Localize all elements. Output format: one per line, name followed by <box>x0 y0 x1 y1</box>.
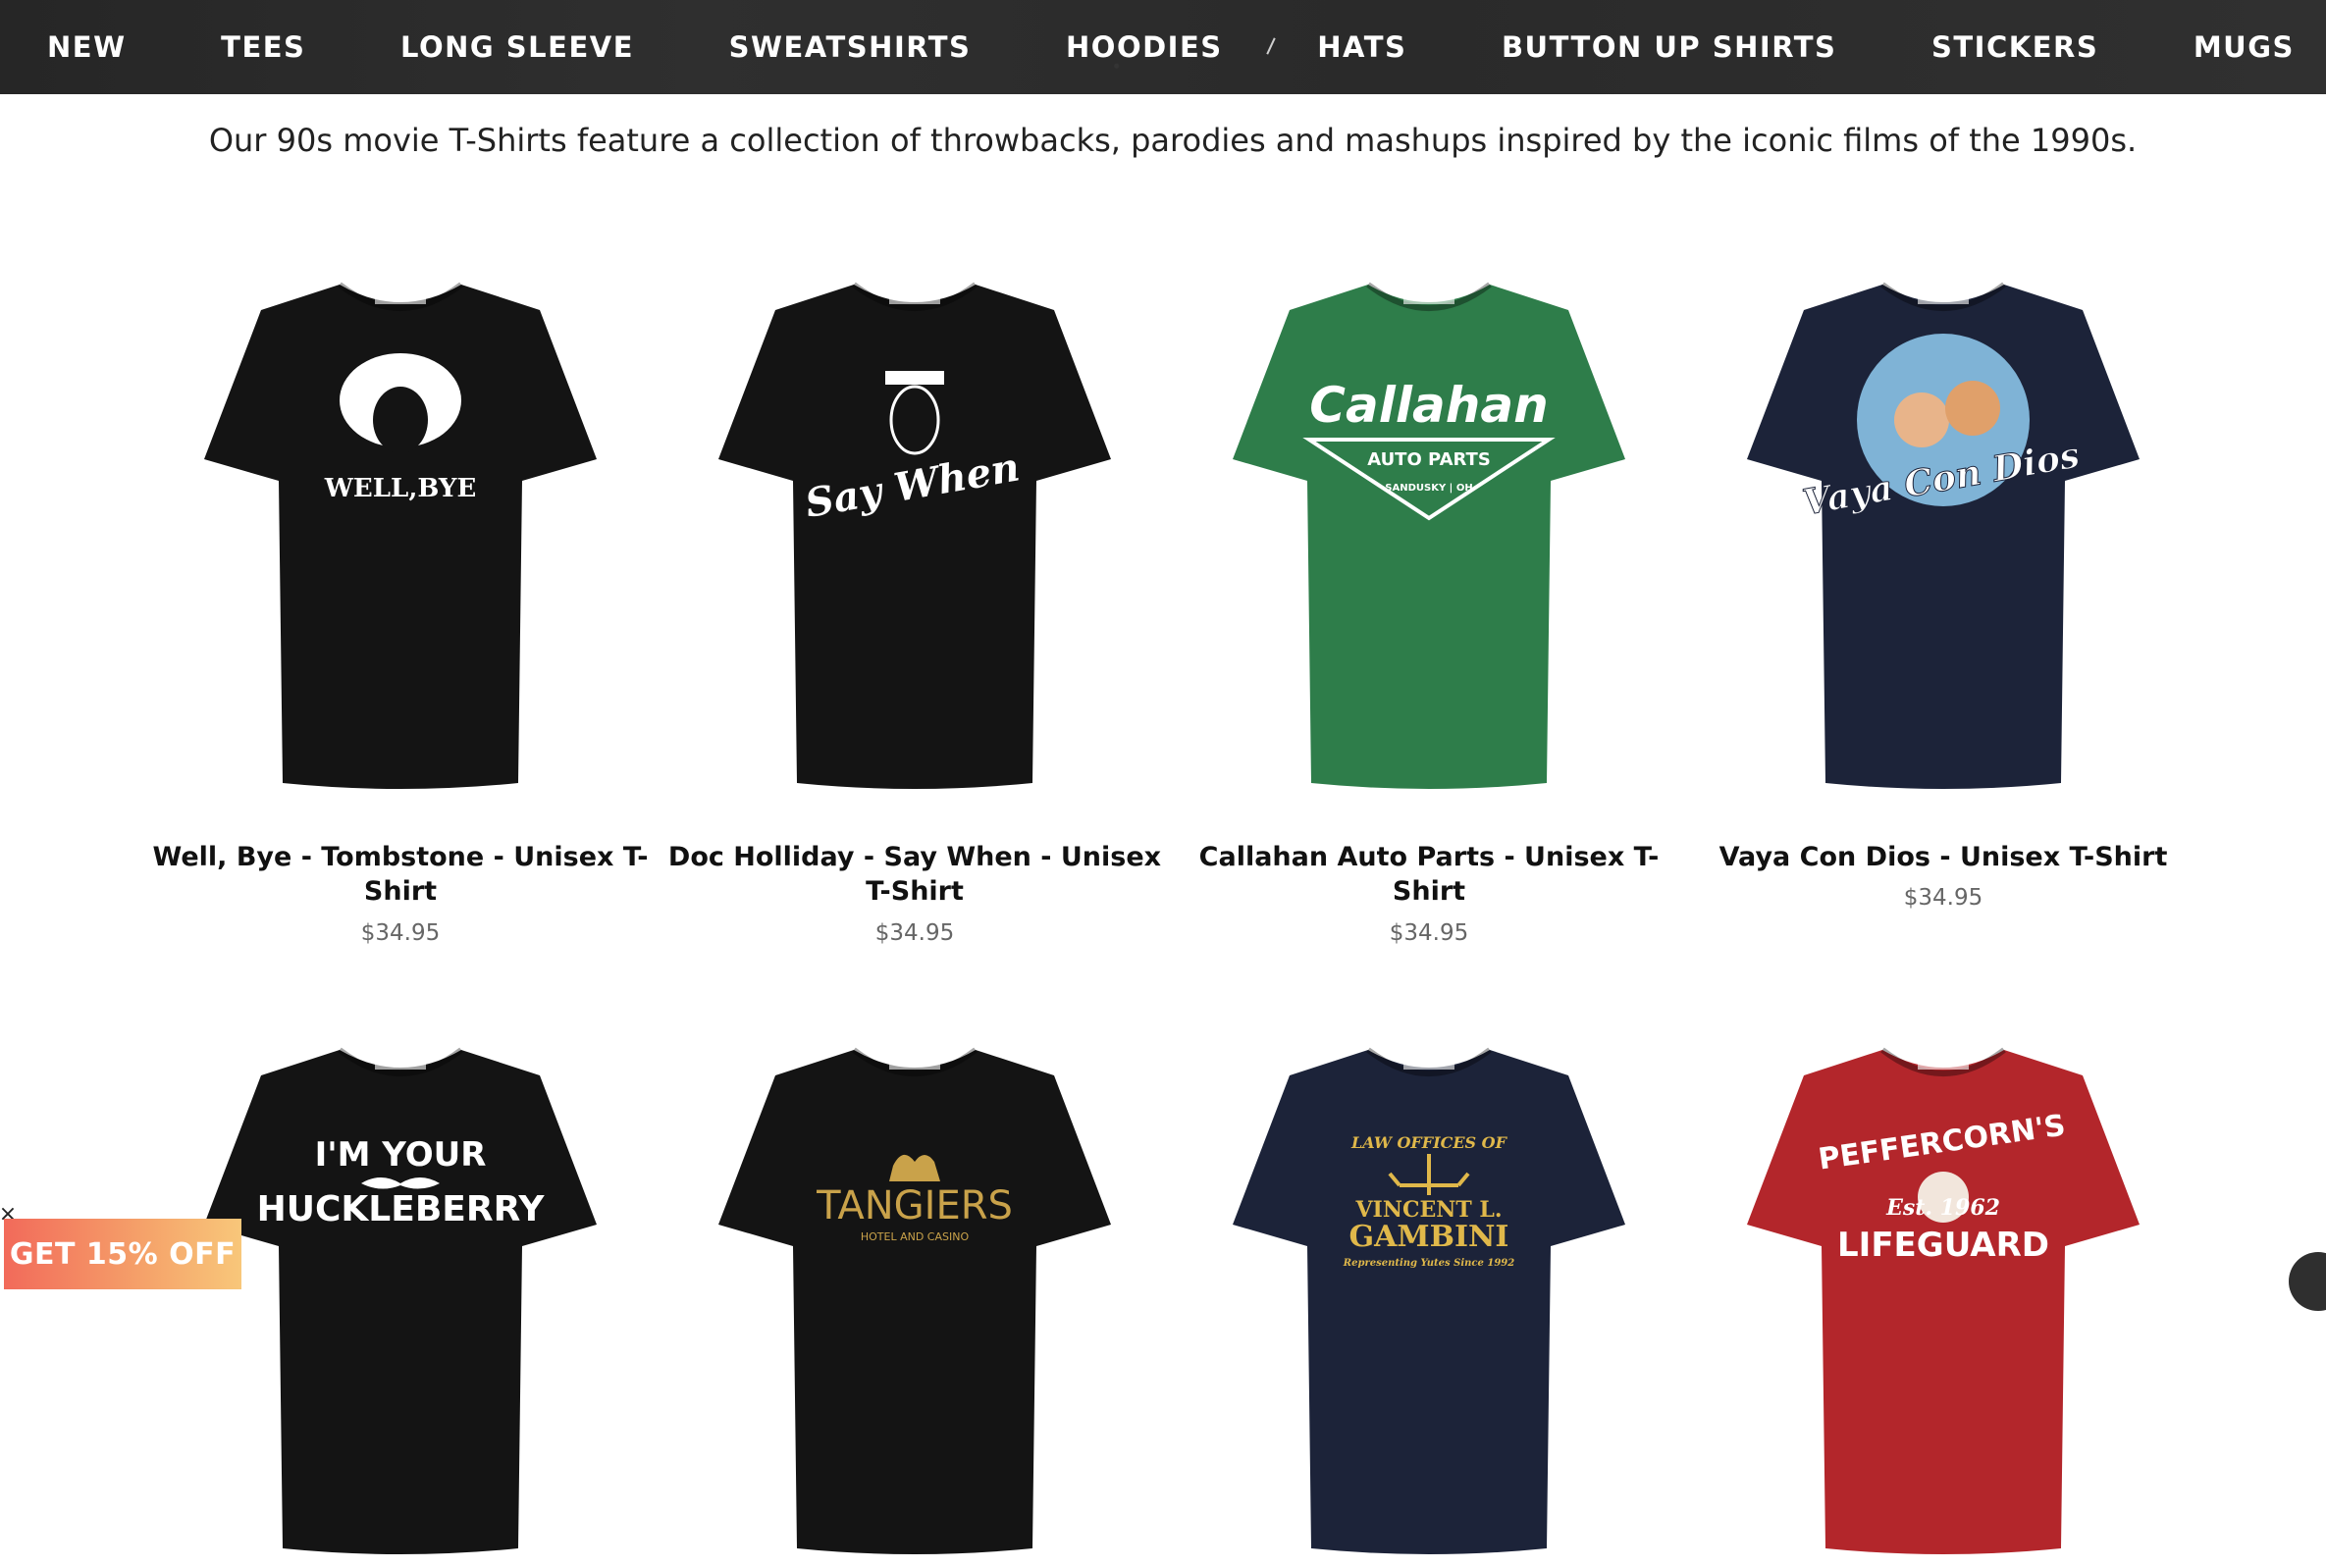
brand-tag <box>1918 1062 1969 1070</box>
product-title[interactable]: Well, Bye - Tombstone - Unisex T-Shirt <box>143 840 658 909</box>
print-subtext: AUTO PARTS <box>1367 449 1491 470</box>
print-text: I'M YOUR <box>315 1135 487 1175</box>
discount-button[interactable]: GET 15% OFF <box>4 1219 241 1289</box>
face-graphic <box>1894 392 1949 447</box>
product-title[interactable]: Doc Holliday - Say When - Unisex T-Shirt <box>658 840 1172 909</box>
print-text: LAW OFFICES OF <box>1350 1133 1508 1152</box>
discount-label: GET 15% OFF <box>9 1236 237 1272</box>
print-text: Callahan <box>1309 377 1548 434</box>
product-price: $34.95 <box>360 920 441 946</box>
tshirt-graphic: PEFFERCORN'SEst. 1962LIFEGUARD <box>1747 1047 2140 1554</box>
print-text: TANGIERS <box>816 1183 1013 1228</box>
product-image[interactable]: I'M YOUR HUCKLEBERRY <box>143 1038 658 1568</box>
product-price: $34.95 <box>1389 920 1469 946</box>
hat-graphic <box>885 371 944 385</box>
tshirt-body <box>718 285 1111 789</box>
print-subtext: HOTEL AND CASINO <box>861 1230 970 1243</box>
print-subtext: GAMBINI <box>1349 1220 1509 1254</box>
product-image[interactable]: Callahan AUTO PARTS SANDUSKY | OH <box>1172 273 1686 803</box>
product-price: $34.95 <box>874 920 955 946</box>
print-subtext: LIFEGUARD <box>1837 1226 2049 1265</box>
product-image[interactable]: LAW OFFICES OF VINCENT L. GAMBINI Represent… <box>1172 1038 1686 1568</box>
brand-tag <box>375 296 426 304</box>
product-image[interactable]: WELL,BYE <box>143 273 658 803</box>
print-subtext: SANDUSKY | OH <box>1385 483 1472 494</box>
product-grid: WELL,BYE Well, Bye - Tombstone - Unisex … <box>0 0 2326 1554</box>
brand-tag <box>375 1062 426 1070</box>
brand-tag <box>1918 296 1969 304</box>
brand-tag <box>889 1062 940 1070</box>
product-image[interactable]: PEFFERCORN'S Est. 1962 LIFEGUARD <box>1686 1038 2200 1568</box>
tshirt-body <box>1233 1050 1625 1554</box>
tshirt-graphic: I'M YOUR HUCKLEBERRY <box>204 1047 597 1554</box>
product-image[interactable]: Vaya Con Dios <box>1686 273 2200 803</box>
face-graphic <box>1945 381 2000 436</box>
product-image[interactable]: Say When <box>658 273 1172 803</box>
product-image[interactable]: TANGIERS HOTEL AND CASINO <box>658 1038 1172 1568</box>
product-title[interactable]: Vaya Con Dios - Unisex T-Shirt <box>1686 840 2200 874</box>
tshirt-graphic: Vaya Con Dios <box>1747 282 2140 789</box>
tshirt-graphic: TANGIERS HOTEL AND CASINO <box>718 1047 1111 1554</box>
print-subtext: Est. 1962 <box>1885 1195 2000 1221</box>
face-graphic <box>373 387 428 453</box>
tshirt-graphic: LAW OFFICES OFVINCENT L.GAMBINIRepresent… <box>1233 1047 1625 1554</box>
product-price: $34.95 <box>1903 885 1983 911</box>
product-title[interactable]: Callahan Auto Parts - Unisex T-Shirt <box>1172 840 1686 909</box>
tshirt-graphic: WELL,BYE <box>204 282 597 789</box>
print-subtext: HUCKLEBERRY <box>257 1189 546 1229</box>
tshirt-body <box>1233 285 1625 789</box>
brand-tag <box>1403 1062 1454 1070</box>
print-subtext: Representing Yutes Since 1992 <box>1343 1258 1514 1269</box>
tshirt-graphic: Callahan AUTO PARTS SANDUSKY | OH <box>1233 282 1625 789</box>
brand-tag <box>889 296 940 304</box>
brand-tag <box>1403 296 1454 304</box>
tshirt-body <box>718 1050 1111 1554</box>
tshirt-graphic: Say When <box>718 282 1111 789</box>
print-text: WELL,BYE <box>324 474 477 503</box>
tshirt-body <box>204 1050 597 1554</box>
